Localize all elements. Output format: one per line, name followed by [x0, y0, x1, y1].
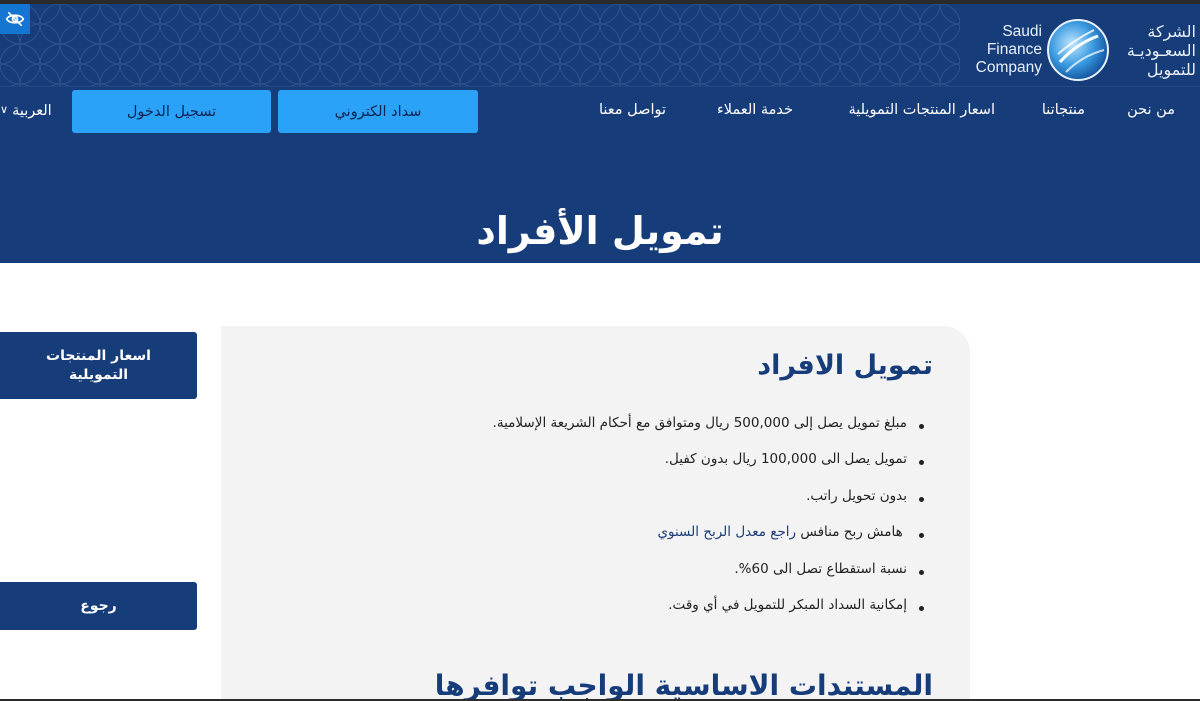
main-nav: من نحن منتجاتنا اسعار المنتجات التمويلية… — [0, 86, 1200, 135]
nav-product-prices[interactable]: اسعار المنتجات التمويلية — [848, 86, 995, 135]
feature-item-profit-margin: هامش ربح منافس راجع معدل الربح السنوي — [493, 524, 925, 560]
site-header: Saudi Finance Company الشركة السعـوديـة … — [0, 4, 1200, 135]
logo-arabic-text: الشركة السعـوديـة للتمويل — [1126, 21, 1196, 79]
section-title: تمويل الافراد — [757, 350, 933, 381]
login-button[interactable]: تسجيل الدخول — [72, 90, 271, 133]
documents-section-title: المستندات الاساسية الواجب توافرها — [434, 669, 933, 701]
company-logo[interactable]: Saudi Finance Company الشركة السعـوديـة … — [976, 17, 1196, 83]
chevron-down-icon: ∨ — [0, 103, 9, 116]
feature-item: مبلغ تمويل يصل إلى 500,000 ريال ومتوافق … — [493, 415, 925, 451]
features-list: مبلغ تمويل يصل إلى 500,000 ريال ومتوافق … — [493, 415, 925, 633]
nav-contact-us[interactable]: تواصل معنا — [599, 86, 666, 135]
nav-our-products[interactable]: منتجاتنا — [1042, 86, 1085, 135]
page-title: تمويل الأفراد — [476, 209, 724, 253]
epay-button[interactable]: سداد الكتروني — [278, 90, 478, 133]
annual-profit-rate-link[interactable]: راجع معدل الربح السنوي — [657, 524, 796, 540]
nav-about-us[interactable]: من نحن — [1127, 86, 1175, 135]
accessibility-toggle-button[interactable] — [0, 4, 30, 34]
language-selector[interactable]: ∨ العربية — [0, 86, 52, 135]
feature-item: إمكانية السداد المبكر للتمويل في أي وقت. — [493, 597, 925, 633]
content-card: تمويل الافراد مبلغ تمويل يصل إلى 500,000… — [221, 326, 970, 701]
product-prices-button[interactable]: اسعار المنتجات التمويلية — [0, 332, 197, 399]
nav-customer-service[interactable]: خدمة العملاء — [717, 86, 793, 135]
feature-text: هامش ربح منافس — [800, 524, 903, 541]
feature-item: تمويل يصل الى 100,000 ريال بدون كفيل. — [493, 451, 925, 487]
back-button[interactable]: رجوع — [0, 582, 197, 630]
logo-english-text: Saudi Finance Company — [975, 23, 1042, 76]
eye-slash-icon — [5, 11, 25, 27]
feature-item: بدون تحويل راتب. — [493, 488, 925, 524]
globe-logo-icon — [1047, 19, 1109, 81]
feature-item: نسبة استقطاع تصل الى 60%. — [493, 561, 925, 597]
language-label: العربية — [12, 102, 52, 119]
hero-banner: تمويل الأفراد — [0, 135, 1200, 263]
